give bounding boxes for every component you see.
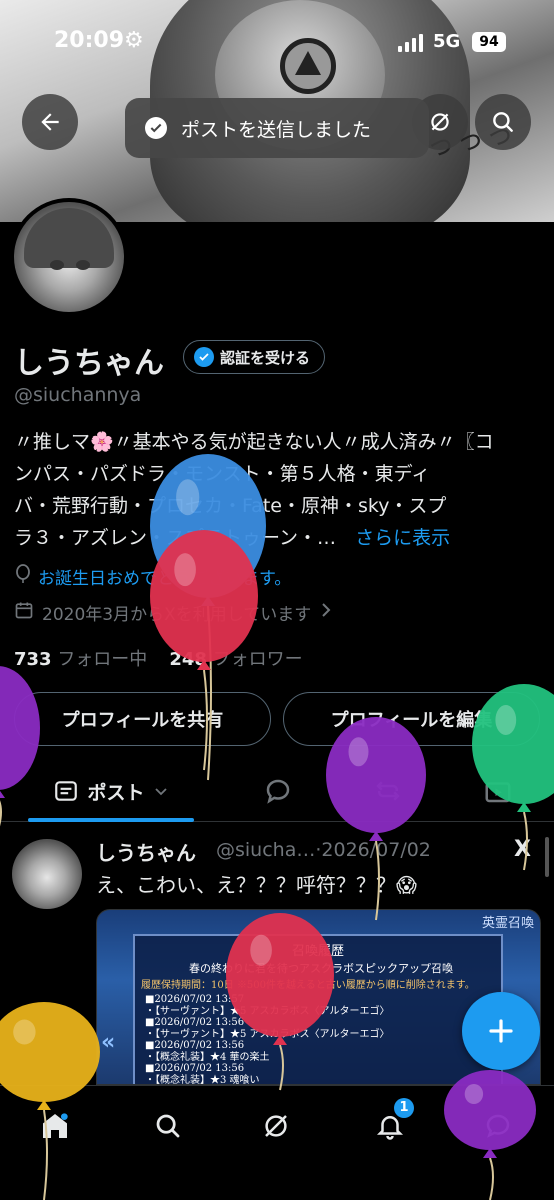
get-verified-button[interactable]: 認証を受ける (183, 340, 326, 374)
media-corner-text: 英霊召喚 (481, 916, 534, 931)
back-button[interactable] (22, 94, 78, 150)
tab-replies[interactable] (250, 760, 306, 822)
bio-line: バ・荒野行動・プロセカ・Fate・原神・sky・スプ (14, 495, 447, 517)
nav-messages[interactable] (470, 1098, 526, 1154)
summon-row: ■2026/07/02 13:56 (145, 1040, 245, 1051)
share-profile-button[interactable]: プロフィールを共有 (14, 692, 271, 746)
tab-reposts[interactable] (360, 760, 416, 822)
battery-icon: 94 (472, 32, 506, 52)
bottom-navigation: 1 (0, 1085, 554, 1200)
notification-badge: 1 (394, 1098, 414, 1118)
media-icon (485, 782, 511, 803)
tab-posts-label: ポスト (87, 781, 145, 804)
active-tab-indicator (28, 818, 194, 822)
edit-profile-button[interactable]: プロフィールを編集 (283, 692, 540, 746)
post-text: え、こわい、え？？？呼符？？？😱 (96, 873, 417, 897)
summon-history-title: 召喚履歴 (291, 944, 344, 959)
chevron-down-icon (154, 788, 167, 796)
profile-avatar[interactable] (10, 198, 128, 316)
chevron-right-icon (319, 602, 333, 623)
home-icon (43, 1113, 68, 1138)
scrollbar[interactable] (545, 837, 549, 877)
summon-row: ■2026/07/02 13:57 (145, 994, 245, 1005)
followers-count: 248 (169, 649, 207, 670)
show-more-link[interactable]: さらに表示 (355, 527, 450, 549)
bio-line: 〃推しマ🌸〃基本やる気が起きない人〃成人済み〃〖コ (14, 431, 494, 453)
message-bubble-icon (486, 1114, 510, 1138)
calendar-icon (14, 600, 34, 625)
summon-history-rows: ■2026/07/02 13:57 ・【サーヴァント】★5 アスカラボス〈アルタ… (145, 994, 390, 1085)
following-label: フォロー中 (57, 649, 148, 670)
post-avatar[interactable] (12, 839, 82, 909)
summon-history-panel: 召喚履歴 春の終わりに君を待つアスクラボスピックアップ召喚 履歴保持期間：10日… (133, 934, 503, 1085)
profile-name: しうちゃん (14, 346, 164, 381)
nav-home[interactable] (27, 1098, 83, 1154)
plus-icon (489, 1019, 513, 1043)
status-time: 20:09 (54, 28, 125, 53)
joined-row[interactable]: 2020年3月からXを利用しています (14, 600, 333, 625)
summon-history-note: 履歴保持期間：10日 ※500件を越えると古い履歴から順に削除されます。 (141, 980, 475, 991)
profile-tabs: ポスト (0, 760, 554, 822)
check-circle-icon (145, 117, 167, 139)
posts-icon (55, 781, 78, 801)
profile-bio: 〃推しマ🌸〃基本やる気が起きない人〃成人済み〃〖コ ンパス・パズドラ・モンスト・… (14, 426, 544, 554)
following-link[interactable]: 733 フォロー中 (14, 645, 147, 671)
double-chevron-left-icon: « (101, 1030, 116, 1055)
tab-posts[interactable]: ポスト (28, 760, 194, 822)
x-logo-icon: X (514, 837, 531, 862)
bio-line: ンパス・パズドラ・モンスト・第５人格・東ディ (14, 463, 431, 485)
summon-row: ・【概念礼装】★4 華の楽土 (145, 1051, 270, 1063)
summon-row: ■2026/07/02 13:56 (145, 1063, 245, 1074)
birthday-row: お誕生日おめでとうございます。 (14, 564, 291, 589)
joined-text: 2020年3月からXを利用しています (42, 605, 312, 625)
signal-icon (398, 34, 423, 52)
profile-handle: @siuchannya (14, 384, 142, 406)
bio-line: ラ３・アズレン・スプラトゥーン・… (14, 527, 337, 549)
toast-notification: ポストを送信しました (125, 98, 429, 158)
tab-media[interactable] (470, 760, 526, 822)
status-bar: 20:09 ⚙ 5G 94 (0, 24, 554, 60)
summon-row: ■2026/07/02 13:56 (145, 1017, 245, 1028)
search-icon (493, 112, 513, 132)
follow-stats: 733 フォロー中 248 フォロワー (14, 645, 303, 671)
post-handle-date: @siucha…·2026/07/02 (216, 839, 431, 861)
following-count: 733 (14, 649, 52, 670)
arrow-left-icon (41, 113, 59, 131)
followers-link[interactable]: 248 フォロワー (169, 645, 302, 671)
search-button[interactable] (475, 94, 531, 150)
nav-grok[interactable] (248, 1098, 304, 1154)
verified-badge-icon (194, 347, 214, 367)
grok-icon (265, 1115, 287, 1137)
reply-bubble-icon (266, 779, 290, 804)
nav-search[interactable] (140, 1098, 196, 1154)
get-verified-label: 認証を受ける (220, 348, 311, 367)
search-icon (156, 1114, 180, 1138)
bio-line-last: ラ３・アズレン・スプラトゥーン・… さらに表示 (14, 522, 544, 554)
nav-notifications[interactable]: 1 (362, 1098, 418, 1154)
post-author-name: しうちゃん (96, 841, 196, 865)
settings-gear-icon: ⚙ (124, 28, 144, 53)
summon-row: ・【概念礼装】★3 魂喰い (145, 1074, 260, 1085)
summon-banner-name: 春の終わりに君を待つアスクラボスピックアップ召喚 (189, 962, 453, 975)
balloon-icon (14, 564, 32, 589)
compose-post-button[interactable] (462, 992, 540, 1070)
summon-row: ・【サーヴァント】★5 アスカラボス〈アルターエゴ〉 (145, 1028, 390, 1040)
birthday-text[interactable]: お誕生日おめでとうございます。 (38, 564, 291, 589)
toast-message: ポストを送信しました (181, 118, 372, 141)
repost-icon (376, 781, 400, 801)
network-type: 5G (433, 31, 461, 52)
summon-row: ・【サーヴァント】★5 アスカラボス〈アルターエゴ〉 (145, 1005, 390, 1017)
followers-label: フォロワー (212, 649, 303, 670)
grok-icon (431, 113, 449, 131)
